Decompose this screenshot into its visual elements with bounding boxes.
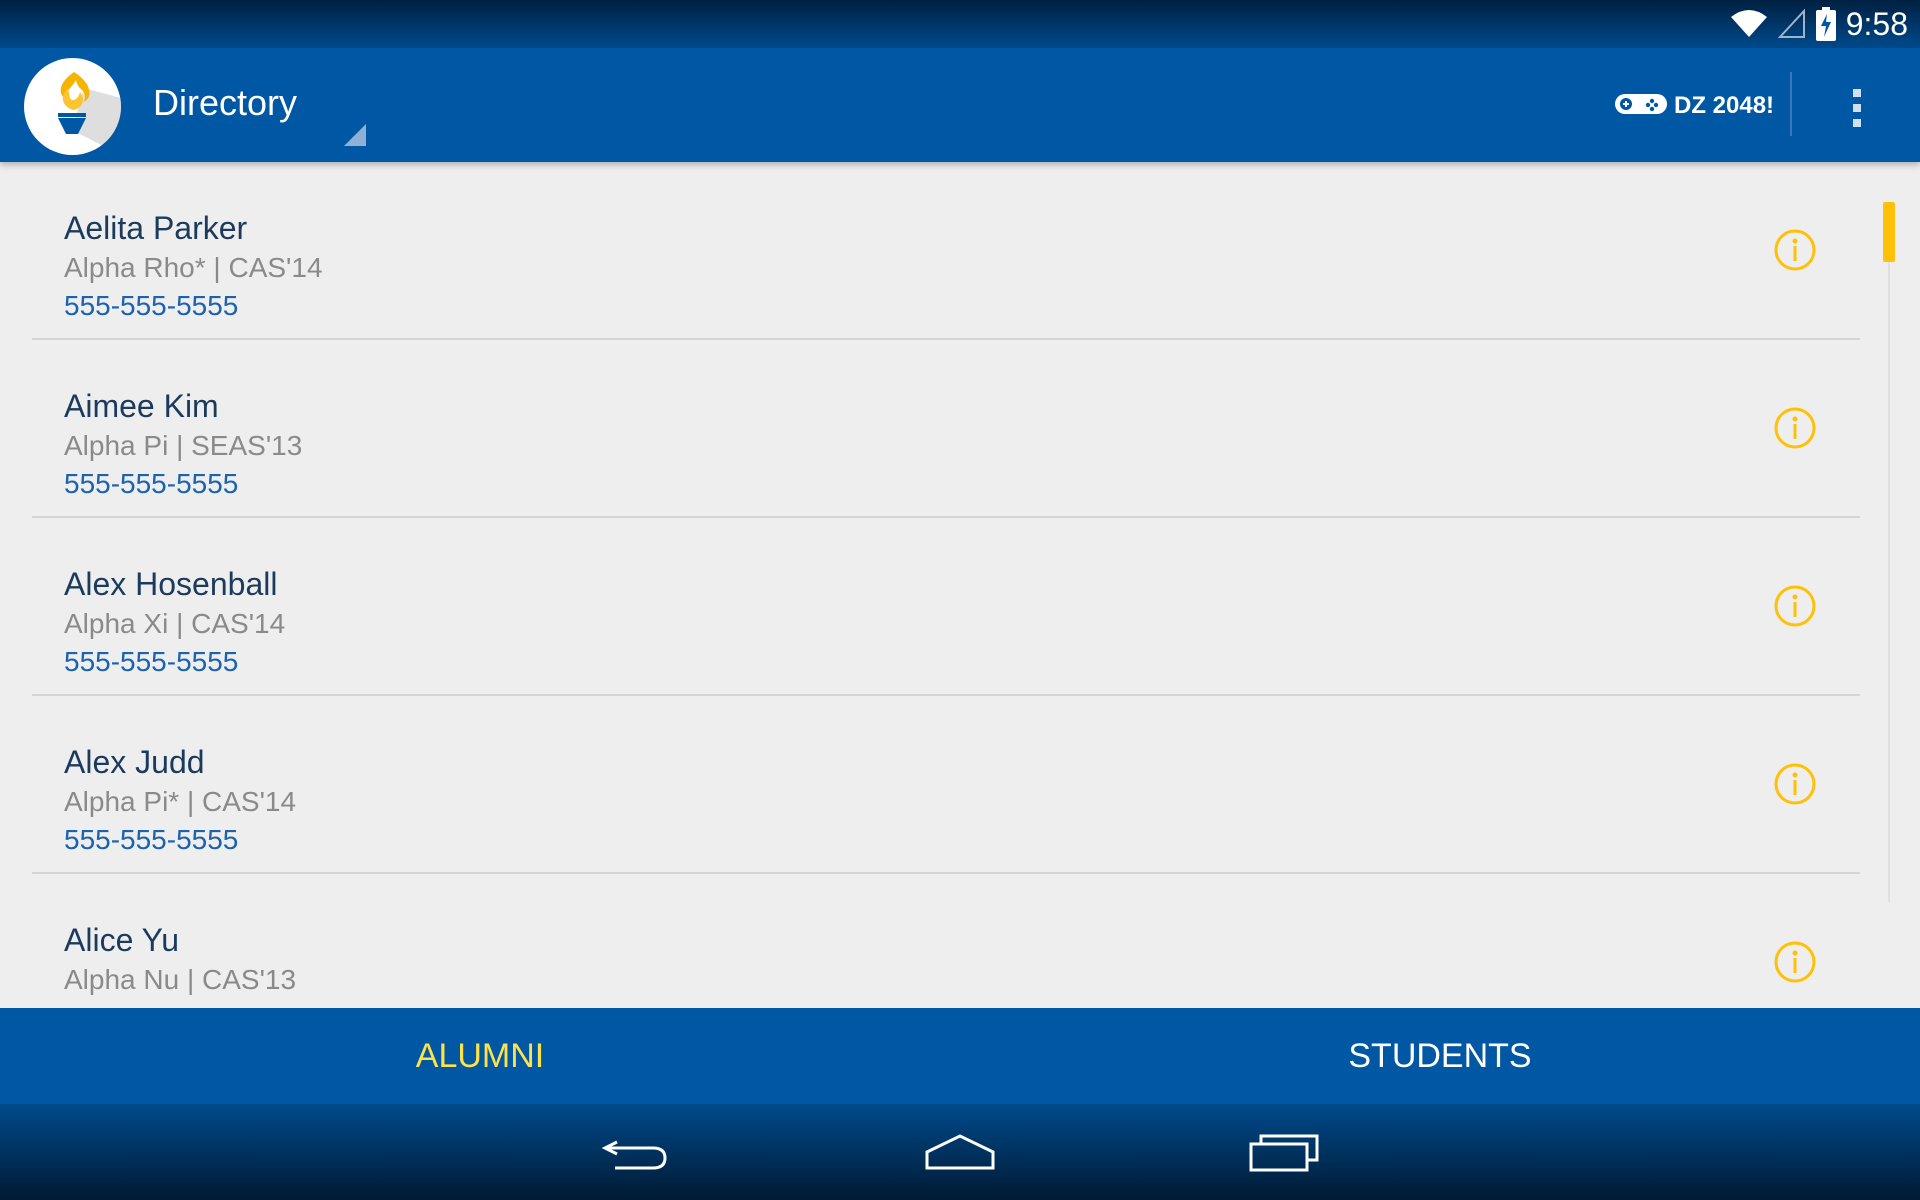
list-item[interactable]: Alex Judd Alpha Pi* | CAS'14 555-555-555… (32, 696, 1860, 874)
directory-spinner[interactable]: Directory (148, 76, 366, 146)
contact-phone-link[interactable]: 555-555-5555 (64, 290, 238, 322)
recents-icon[interactable] (1244, 1126, 1324, 1178)
list-item[interactable]: Alice Yu Alpha Nu | CAS'13 (32, 874, 1860, 1008)
clock: 9:58 (1845, 5, 1908, 42)
contact-chapter: Alpha Nu | CAS'13 (64, 964, 297, 995)
contact-name: Alice Yu (64, 922, 180, 958)
tab-students[interactable]: STUDENTS (960, 1008, 1920, 1104)
scroll-track (1888, 202, 1890, 902)
tab-bar: ALUMNI STUDENTS (0, 1008, 1920, 1104)
action-divider (1790, 72, 1792, 136)
list-item[interactable]: Alex Hosenball Alpha Xi | CAS'14 555-555… (32, 518, 1860, 696)
contact-chapter: Alpha Xi | CAS'14 (64, 608, 286, 639)
contact-chapter: Alpha Pi* | CAS'14 (64, 786, 297, 817)
list-item[interactable]: Aimee Kim Alpha Pi | SEAS'13 555-555-555… (32, 340, 1860, 518)
battery-charging-icon (1815, 7, 1836, 41)
back-icon[interactable] (596, 1126, 676, 1178)
home-icon[interactable] (920, 1126, 1000, 1178)
info-icon[interactable] (1774, 941, 1816, 983)
info-icon[interactable] (1774, 763, 1816, 805)
cell-signal-icon (1777, 9, 1806, 39)
game-link-label: DZ 2048! (1674, 92, 1775, 119)
torch-icon (24, 72, 121, 155)
info-icon[interactable] (1774, 229, 1816, 271)
contact-phone-link[interactable]: 555-555-5555 (64, 468, 238, 500)
system-nav-bar (0, 1104, 1920, 1200)
list-item[interactable]: Aelita Parker Alpha Rho* | CAS'14 555-55… (32, 162, 1860, 340)
tab-alumni[interactable]: ALUMNI (0, 1008, 960, 1104)
info-icon[interactable] (1774, 585, 1816, 627)
page-title: Directory (153, 82, 298, 123)
contact-phone-link[interactable]: 555-555-5555 (64, 824, 238, 856)
contact-list[interactable]: Aelita Parker Alpha Rho* | CAS'14 555-55… (0, 162, 1920, 1008)
overflow-menu-icon[interactable] (1840, 78, 1874, 138)
contact-name: Alex Hosenball (64, 566, 278, 602)
scrollbar-thumb[interactable] (1883, 202, 1895, 262)
status-bar: 9:58 (0, 0, 1920, 48)
app-logo[interactable] (24, 58, 121, 155)
game-link-button[interactable]: DZ 2048! (1614, 88, 1774, 124)
contact-name: Alex Judd (64, 744, 205, 780)
info-icon[interactable] (1774, 407, 1816, 449)
contact-name: Aelita Parker (64, 210, 248, 246)
spinner-indicator-icon (344, 124, 366, 146)
contact-chapter: Alpha Rho* | CAS'14 (64, 252, 323, 283)
wifi-icon (1730, 9, 1768, 39)
contact-chapter: Alpha Pi | SEAS'13 (64, 430, 303, 461)
contact-phone-link[interactable]: 555-555-5555 (64, 646, 238, 678)
gamepad-icon (1614, 91, 1668, 122)
contact-name: Aimee Kim (64, 388, 219, 424)
action-bar: Directory DZ 2048! (0, 48, 1920, 162)
